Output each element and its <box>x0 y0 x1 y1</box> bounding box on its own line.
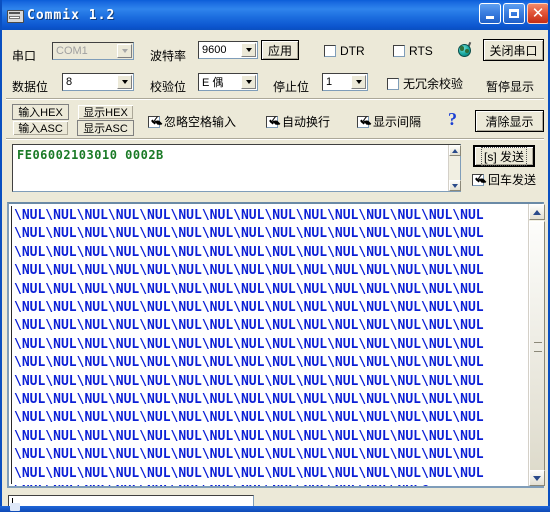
send-button[interactable]: [s] 发送 <box>473 145 535 167</box>
send-scroll-up-button[interactable] <box>449 145 461 156</box>
baud-label: 波特率 <box>150 49 187 63</box>
minimize-button[interactable] <box>479 3 501 24</box>
chevron-down-icon[interactable] <box>117 75 132 89</box>
databits-label: 数据位 <box>12 80 49 94</box>
output-caret <box>11 206 12 484</box>
enter-send-label: 回车发送 <box>488 173 537 187</box>
input-asc-toggle[interactable]: 输入ASC <box>12 120 69 136</box>
port-label: 串口 <box>12 49 37 63</box>
taskbar-app-icon <box>10 503 20 511</box>
show-interval-label: 显示间隔 <box>373 115 422 129</box>
auto-wrap-checkbox[interactable]: ✓ 自动换行 <box>266 113 330 130</box>
send-input-box[interactable]: FE06002103010 0002B <box>12 144 461 192</box>
ignore-space-label: 忽略空格输入 <box>164 115 237 129</box>
help-question-icon[interactable]: ? <box>448 109 457 130</box>
rts-checkbox-box[interactable] <box>393 45 405 57</box>
enter-send-checkbox[interactable]: ✓ 回车发送 <box>472 171 536 188</box>
serial-terminal-icon <box>6 7 24 23</box>
port-value: COM1 <box>56 45 88 57</box>
display-hex-toggle[interactable]: 显示HEX <box>77 104 134 120</box>
no-redundancy-checkbox[interactable]: 无冗余校验 <box>387 75 463 92</box>
input-hex-label: 输入HEX <box>18 107 63 119</box>
globe-antenna-icon[interactable] <box>457 41 473 58</box>
chevron-down-icon[interactable] <box>351 75 366 89</box>
apply-button-label: 应用 <box>267 43 292 58</box>
no-redundancy-label: 无冗余校验 <box>403 77 464 91</box>
client-area: 串口 COM1 波特率 9600 应用 DTR RTS 关闭串口 数据位 8 校… <box>2 30 548 508</box>
send-input-value[interactable]: FE06002103010 0002B <box>13 145 460 165</box>
output-display-box[interactable]: \NUL\NUL\NUL\NUL\NUL\NUL\NUL\NUL\NUL\NUL… <box>7 202 544 488</box>
close-port-button[interactable]: 关闭串口 <box>483 39 544 61</box>
maximize-button[interactable] <box>503 3 525 24</box>
databits-combo[interactable]: 8 <box>62 73 134 91</box>
dtr-label: DTR <box>340 44 365 58</box>
output-scroll-up-button[interactable] <box>529 204 545 220</box>
apply-button[interactable]: 应用 <box>261 40 299 60</box>
chevron-down-icon[interactable] <box>117 44 132 58</box>
close-button[interactable]: ✕ <box>527 3 548 24</box>
rts-label: RTS <box>409 44 433 58</box>
show-interval-checkbox-box[interactable]: ✓ <box>357 114 369 128</box>
output-scrollbar[interactable] <box>528 204 545 486</box>
stopbits-combo[interactable]: 1 <box>322 73 368 91</box>
parity-label: 校验位 <box>150 80 187 94</box>
ignore-space-checkbox[interactable]: ✓ 忽略空格输入 <box>148 113 236 130</box>
send-button-label: [s] 发送 <box>480 146 527 166</box>
parity-value: E 偶 <box>202 77 224 89</box>
baud-combo[interactable]: 9600 <box>198 41 258 59</box>
output-scroll-thumb[interactable] <box>529 221 545 471</box>
input-asc-label: 输入ASC <box>18 123 63 135</box>
display-asc-toggle[interactable]: 显示ASC <box>77 120 134 136</box>
databits-value: 8 <box>66 76 73 88</box>
clear-display-label: 清除显示 <box>485 114 534 129</box>
window-title: Commix 1.2 <box>27 7 116 23</box>
desktop-taskbar <box>0 503 550 512</box>
window-controls: ✕ <box>479 3 548 24</box>
display-asc-label: 显示ASC <box>83 123 128 135</box>
close-port-label: 关闭串口 <box>489 43 538 58</box>
pause-display-label[interactable]: 暂停显示 <box>486 78 534 95</box>
title-bar: Commix 1.2 ✕ <box>2 0 548 30</box>
port-combo[interactable]: COM1 <box>52 42 134 60</box>
stopbits-value: 1 <box>326 76 333 88</box>
stopbits-label: 停止位 <box>273 80 310 94</box>
no-redundancy-checkbox-box[interactable] <box>387 77 399 90</box>
dtr-checkbox[interactable]: DTR <box>324 44 365 58</box>
show-interval-checkbox[interactable]: ✓ 显示间隔 <box>357 113 421 130</box>
auto-wrap-label: 自动换行 <box>282 115 331 129</box>
ignore-space-checkbox-box[interactable]: ✓ <box>148 114 160 128</box>
rts-checkbox[interactable]: RTS <box>393 44 433 58</box>
baud-value: 9600 <box>202 44 227 56</box>
output-text: \NUL\NUL\NUL\NUL\NUL\NUL\NUL\NUL\NUL\NUL… <box>14 208 484 486</box>
chevron-down-icon[interactable] <box>241 75 256 89</box>
send-input-scrollbar[interactable] <box>448 145 461 191</box>
commix-main-window: Commix 1.2 ✕ 串口 COM1 波特率 9600 应用 DTR RTS <box>0 0 550 512</box>
dtr-checkbox-box[interactable] <box>324 45 336 57</box>
parity-combo[interactable]: E 偶 <box>198 73 258 91</box>
output-scroll-down-button[interactable] <box>529 470 545 486</box>
send-scroll-down-button[interactable] <box>449 180 461 191</box>
auto-wrap-checkbox-box[interactable]: ✓ <box>266 114 278 128</box>
input-hex-toggle[interactable]: 输入HEX <box>12 104 69 120</box>
clear-display-button[interactable]: 清除显示 <box>475 110 544 132</box>
chevron-down-icon[interactable] <box>241 43 256 57</box>
enter-send-checkbox-box[interactable]: ✓ <box>472 172 484 186</box>
display-hex-label: 显示HEX <box>83 107 128 119</box>
